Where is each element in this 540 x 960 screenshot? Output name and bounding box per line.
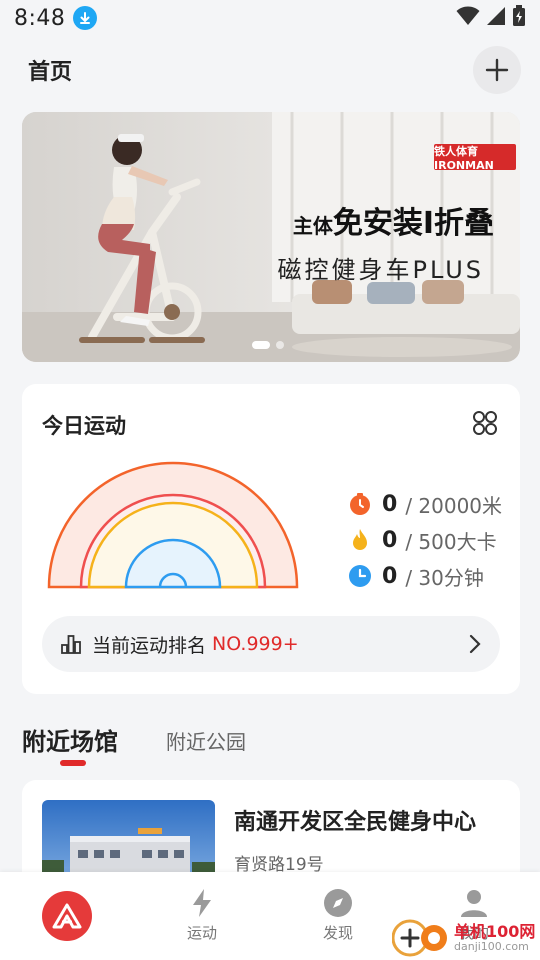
add-button[interactable] bbox=[473, 46, 521, 94]
nav-label: 发现 bbox=[322, 924, 353, 942]
top-bar: 首页 bbox=[0, 44, 540, 94]
home-logo-icon bbox=[52, 903, 82, 929]
duration-stat: 0 / 30分钟 bbox=[348, 558, 502, 594]
chevron-right-icon bbox=[469, 634, 481, 654]
grid-icon[interactable] bbox=[472, 410, 498, 436]
nav-label: 运动 bbox=[186, 924, 217, 942]
banner-headline-main: 免安装I折叠 bbox=[332, 206, 494, 241]
ranking-bar[interactable]: 当前运动排名 NO.999+ bbox=[42, 616, 500, 672]
today-exercise-card: 今日运动 0 / 20000米 0 / 500大卡 0 / 30分钟 当前运动排… bbox=[22, 384, 520, 694]
watermark-logo-icon bbox=[392, 919, 447, 957]
nearby-tabs: 附近场馆 附近公园 bbox=[0, 718, 540, 768]
ranking-label: 当前运动排名 bbox=[92, 634, 207, 657]
promo-banner[interactable]: 铁人体育 IRONMAN 主体免安装I折叠 磁控健身车PLUS bbox=[22, 112, 520, 362]
carousel-dot[interactable] bbox=[276, 341, 284, 349]
bar-chart-icon bbox=[61, 635, 81, 654]
site-watermark: 单机100网 danji100.com bbox=[392, 918, 535, 958]
clock-icon bbox=[349, 565, 371, 587]
nav-discover[interactable]: 发现 bbox=[298, 888, 378, 943]
activity-rings bbox=[47, 461, 299, 589]
stat-goal: / 20000米 bbox=[405, 493, 503, 518]
carousel-dot[interactable] bbox=[252, 341, 270, 349]
watermark-text: 单机100网 bbox=[454, 921, 536, 941]
card-title: 今日运动 bbox=[42, 414, 126, 438]
compass-icon bbox=[324, 889, 352, 917]
bottom-nav: 运动 发现 我的 单机100网 danji100.com bbox=[0, 872, 540, 960]
download-icon bbox=[73, 6, 98, 30]
ranking-value: NO.999+ bbox=[212, 633, 299, 655]
tab-nearby-venues[interactable]: 附近场馆 bbox=[22, 722, 118, 757]
banner-headline: 主体免安装I折叠 bbox=[293, 198, 494, 242]
stat-goal: / 30分钟 bbox=[405, 565, 484, 590]
stats-list: 0 / 20000米 0 / 500大卡 0 / 30分钟 bbox=[348, 486, 502, 594]
banner-headline-prefix: 主体 bbox=[292, 214, 333, 238]
stat-value: 0 bbox=[382, 527, 398, 553]
battery-icon bbox=[512, 5, 526, 31]
venue-name: 南通开发区全民健身中心 bbox=[234, 810, 477, 835]
page-title: 首页 bbox=[28, 60, 73, 85]
nav-sport[interactable]: 运动 bbox=[162, 888, 242, 943]
calories-stat: 0 / 500大卡 bbox=[348, 522, 502, 558]
carousel-dots bbox=[252, 341, 284, 349]
stat-value: 0 bbox=[382, 563, 398, 589]
banner-subline: 磁控健身车PLUS bbox=[277, 256, 484, 284]
status-bar: 8:48 bbox=[0, 0, 540, 36]
stat-value: 0 bbox=[382, 491, 398, 517]
plus-icon bbox=[485, 58, 509, 82]
stat-goal: / 500大卡 bbox=[405, 529, 497, 554]
brand-logo: 铁人体育 IRONMAN bbox=[434, 144, 516, 172]
distance-stat: 0 / 20000米 bbox=[348, 486, 502, 522]
status-time: 8:48 bbox=[14, 5, 66, 31]
flame-icon bbox=[353, 529, 367, 550]
signal-icon bbox=[486, 6, 506, 30]
tab-nearby-parks[interactable]: 附近公园 bbox=[166, 726, 246, 755]
wifi-icon bbox=[456, 6, 480, 30]
watermark-url: danji100.com bbox=[454, 939, 529, 953]
timer-icon bbox=[350, 493, 370, 515]
nav-home-button[interactable] bbox=[42, 891, 92, 941]
person-icon bbox=[461, 890, 487, 917]
lightning-icon bbox=[193, 889, 211, 917]
tab-indicator bbox=[60, 760, 86, 766]
